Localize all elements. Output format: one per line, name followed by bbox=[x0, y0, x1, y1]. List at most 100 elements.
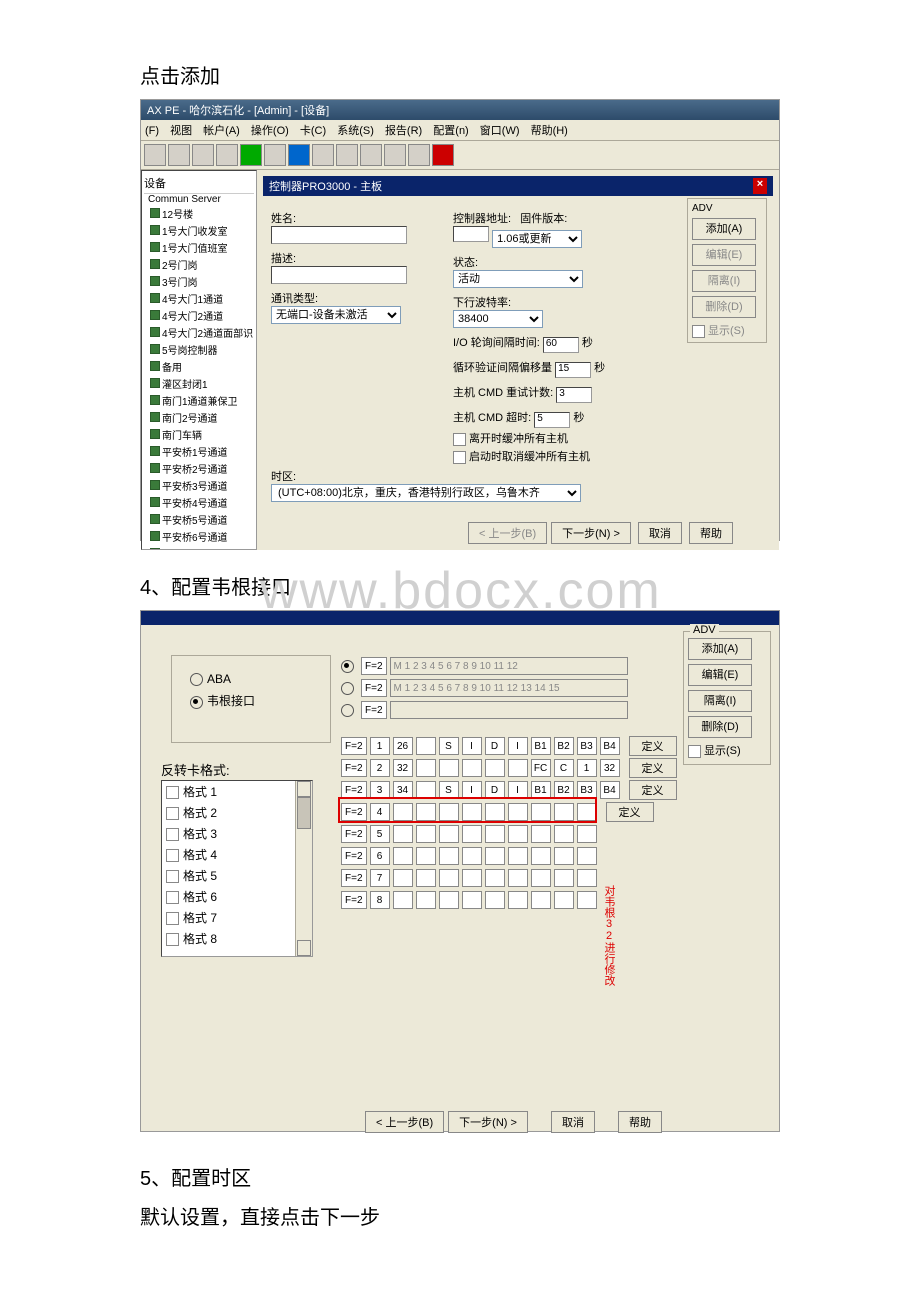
scroll-up-icon[interactable] bbox=[297, 781, 311, 797]
isolate-button[interactable]: 隔离(I) bbox=[688, 690, 752, 712]
tz-select[interactable]: (UTC+08:00)北京，重庆，香港特别行政区，乌鲁木齐 bbox=[271, 484, 581, 502]
show-checkbox[interactable] bbox=[692, 325, 705, 338]
toolbar-button[interactable] bbox=[312, 144, 334, 166]
menu-op[interactable]: 操作(O) bbox=[251, 125, 289, 137]
tree-item[interactable]: 平安桥7号通道 bbox=[144, 545, 254, 550]
toolbar-button[interactable] bbox=[264, 144, 286, 166]
poll-input[interactable]: 60 bbox=[543, 337, 579, 353]
toolbar-button[interactable] bbox=[432, 144, 454, 166]
tree-item[interactable]: 平安桥5号通道 bbox=[144, 511, 254, 528]
edit-button[interactable]: 编辑(E) bbox=[692, 244, 756, 266]
tree-item[interactable]: 平安桥6号通道 bbox=[144, 528, 254, 545]
menu-view[interactable]: 视图 bbox=[170, 125, 192, 137]
menu-help[interactable]: 帮助(H) bbox=[531, 125, 568, 137]
list-item[interactable]: 格式 7 bbox=[162, 907, 312, 928]
add-button[interactable]: 添加(A) bbox=[692, 218, 756, 240]
comm-select[interactable]: 无端口-设备未激活 bbox=[271, 306, 401, 324]
add-button[interactable]: 添加(A) bbox=[688, 638, 752, 660]
cancel-button[interactable]: 取消 bbox=[551, 1111, 595, 1133]
toolbar-button[interactable] bbox=[168, 144, 190, 166]
fw-select[interactable]: 1.06或更新 bbox=[492, 230, 582, 248]
fmt-radio[interactable] bbox=[341, 660, 354, 673]
define-button[interactable]: 定义 bbox=[629, 736, 677, 756]
buffer-checkbox[interactable] bbox=[453, 433, 466, 446]
prev-button[interactable]: < 上一步(B) bbox=[468, 522, 547, 544]
edit-button[interactable]: 编辑(E) bbox=[688, 664, 752, 686]
prev-button[interactable]: < 上一步(B) bbox=[365, 1111, 444, 1133]
retry-input[interactable]: 3 bbox=[556, 387, 592, 403]
name-input[interactable] bbox=[271, 226, 407, 244]
help-button[interactable]: 帮助 bbox=[689, 522, 733, 544]
menu-account[interactable]: 帐户(A) bbox=[203, 125, 240, 137]
tree-item[interactable]: 平安桥1号通道 bbox=[144, 443, 254, 460]
status-select[interactable]: 活动 bbox=[453, 270, 583, 288]
tree-item[interactable]: 4号大门2通道 bbox=[144, 307, 254, 324]
scroll-thumb[interactable] bbox=[297, 797, 311, 829]
next-button[interactable]: 下一步(N) > bbox=[551, 522, 631, 544]
fmt-radio[interactable] bbox=[341, 704, 354, 717]
tree-item[interactable]: 南门2号通道 bbox=[144, 409, 254, 426]
device-tree[interactable]: 设备 Commun Server 12号楼1号大门收发室1号大门值班室2号门岗3… bbox=[141, 170, 257, 550]
tree-item[interactable]: 灌区封闭1 bbox=[144, 375, 254, 392]
menu-config[interactable]: 配置(n) bbox=[433, 125, 468, 137]
menu-report[interactable]: 报告(R) bbox=[385, 125, 422, 137]
toolbar-button[interactable] bbox=[144, 144, 166, 166]
tree-item[interactable]: 平安桥3号通道 bbox=[144, 477, 254, 494]
list-item[interactable]: 格式 3 bbox=[162, 823, 312, 844]
aba-radio[interactable] bbox=[190, 673, 203, 686]
next-button[interactable]: 下一步(N) > bbox=[448, 1111, 528, 1133]
desc-input[interactable] bbox=[271, 266, 407, 284]
tree-item[interactable]: 平安桥2号通道 bbox=[144, 460, 254, 477]
tree-item[interactable]: 南门车辆 bbox=[144, 426, 254, 443]
tree-item[interactable]: 12号楼 bbox=[144, 205, 254, 222]
list-item[interactable]: 格式 1 bbox=[162, 781, 312, 802]
loop-input[interactable]: 15 bbox=[555, 362, 591, 378]
list-item[interactable]: 格式 2 bbox=[162, 802, 312, 823]
isolate-button[interactable]: 隔离(I) bbox=[692, 270, 756, 292]
tree-item[interactable]: 4号大门1通道 bbox=[144, 290, 254, 307]
delete-button[interactable]: 删除(D) bbox=[688, 716, 752, 738]
scroll-down-icon[interactable] bbox=[297, 940, 311, 956]
menu-file[interactable]: (F) bbox=[145, 125, 159, 137]
menu-window[interactable]: 窗口(W) bbox=[480, 125, 520, 137]
define-button[interactable]: 定义 bbox=[629, 780, 677, 800]
toolbar-button[interactable] bbox=[240, 144, 262, 166]
list-item[interactable]: 格式 6 bbox=[162, 886, 312, 907]
help-button[interactable]: 帮助 bbox=[618, 1111, 662, 1133]
define-button[interactable]: 定义 bbox=[629, 758, 677, 778]
format-list[interactable]: 格式 1格式 2格式 3格式 4格式 5格式 6格式 7格式 8 bbox=[161, 780, 313, 957]
baud-select[interactable]: 38400 bbox=[453, 310, 543, 328]
tree-item[interactable]: 平安桥4号通道 bbox=[144, 494, 254, 511]
timeout-input[interactable]: 5 bbox=[534, 412, 570, 428]
tree-item[interactable]: 5号岗控制器 bbox=[144, 341, 254, 358]
menubar[interactable]: (F) 视图 帐户(A) 操作(O) 卡(C) 系统(S) 报告(R) 配置(n… bbox=[141, 120, 779, 141]
menu-sys[interactable]: 系统(S) bbox=[337, 125, 374, 137]
toolbar-button[interactable] bbox=[216, 144, 238, 166]
toolbar-button[interactable] bbox=[408, 144, 430, 166]
cancel-button[interactable]: 取消 bbox=[638, 522, 682, 544]
fmt-radio[interactable] bbox=[341, 682, 354, 695]
menu-card[interactable]: 卡(C) bbox=[300, 125, 326, 137]
toolbar-button[interactable] bbox=[192, 144, 214, 166]
scrollbar[interactable] bbox=[295, 781, 312, 956]
tree-item[interactable]: 2号门岗 bbox=[144, 256, 254, 273]
list-item[interactable]: 格式 5 bbox=[162, 865, 312, 886]
toolbar-button[interactable] bbox=[360, 144, 382, 166]
tree-item[interactable]: 4号大门2通道面部识 bbox=[144, 324, 254, 341]
list-item[interactable]: 格式 4 bbox=[162, 844, 312, 865]
tree-item[interactable]: 1号大门收发室 bbox=[144, 222, 254, 239]
toolbar-button[interactable] bbox=[384, 144, 406, 166]
tree-item[interactable]: 南门1通道兼保卫 bbox=[144, 392, 254, 409]
list-item[interactable]: 格式 8 bbox=[162, 928, 312, 949]
wiegand-radio[interactable] bbox=[190, 696, 203, 709]
tree-item[interactable]: 1号大门值班室 bbox=[144, 239, 254, 256]
delete-button[interactable]: 删除(D) bbox=[692, 296, 756, 318]
tree-item[interactable]: 3号门岗 bbox=[144, 273, 254, 290]
show-checkbox[interactable] bbox=[688, 745, 701, 758]
toolbar-button[interactable] bbox=[336, 144, 358, 166]
addr-input[interactable] bbox=[453, 226, 489, 242]
tree-root[interactable]: Commun Server bbox=[144, 194, 254, 205]
close-icon[interactable]: × bbox=[753, 178, 767, 194]
toolbar-button[interactable] bbox=[288, 144, 310, 166]
tree-item[interactable]: 备用 bbox=[144, 358, 254, 375]
